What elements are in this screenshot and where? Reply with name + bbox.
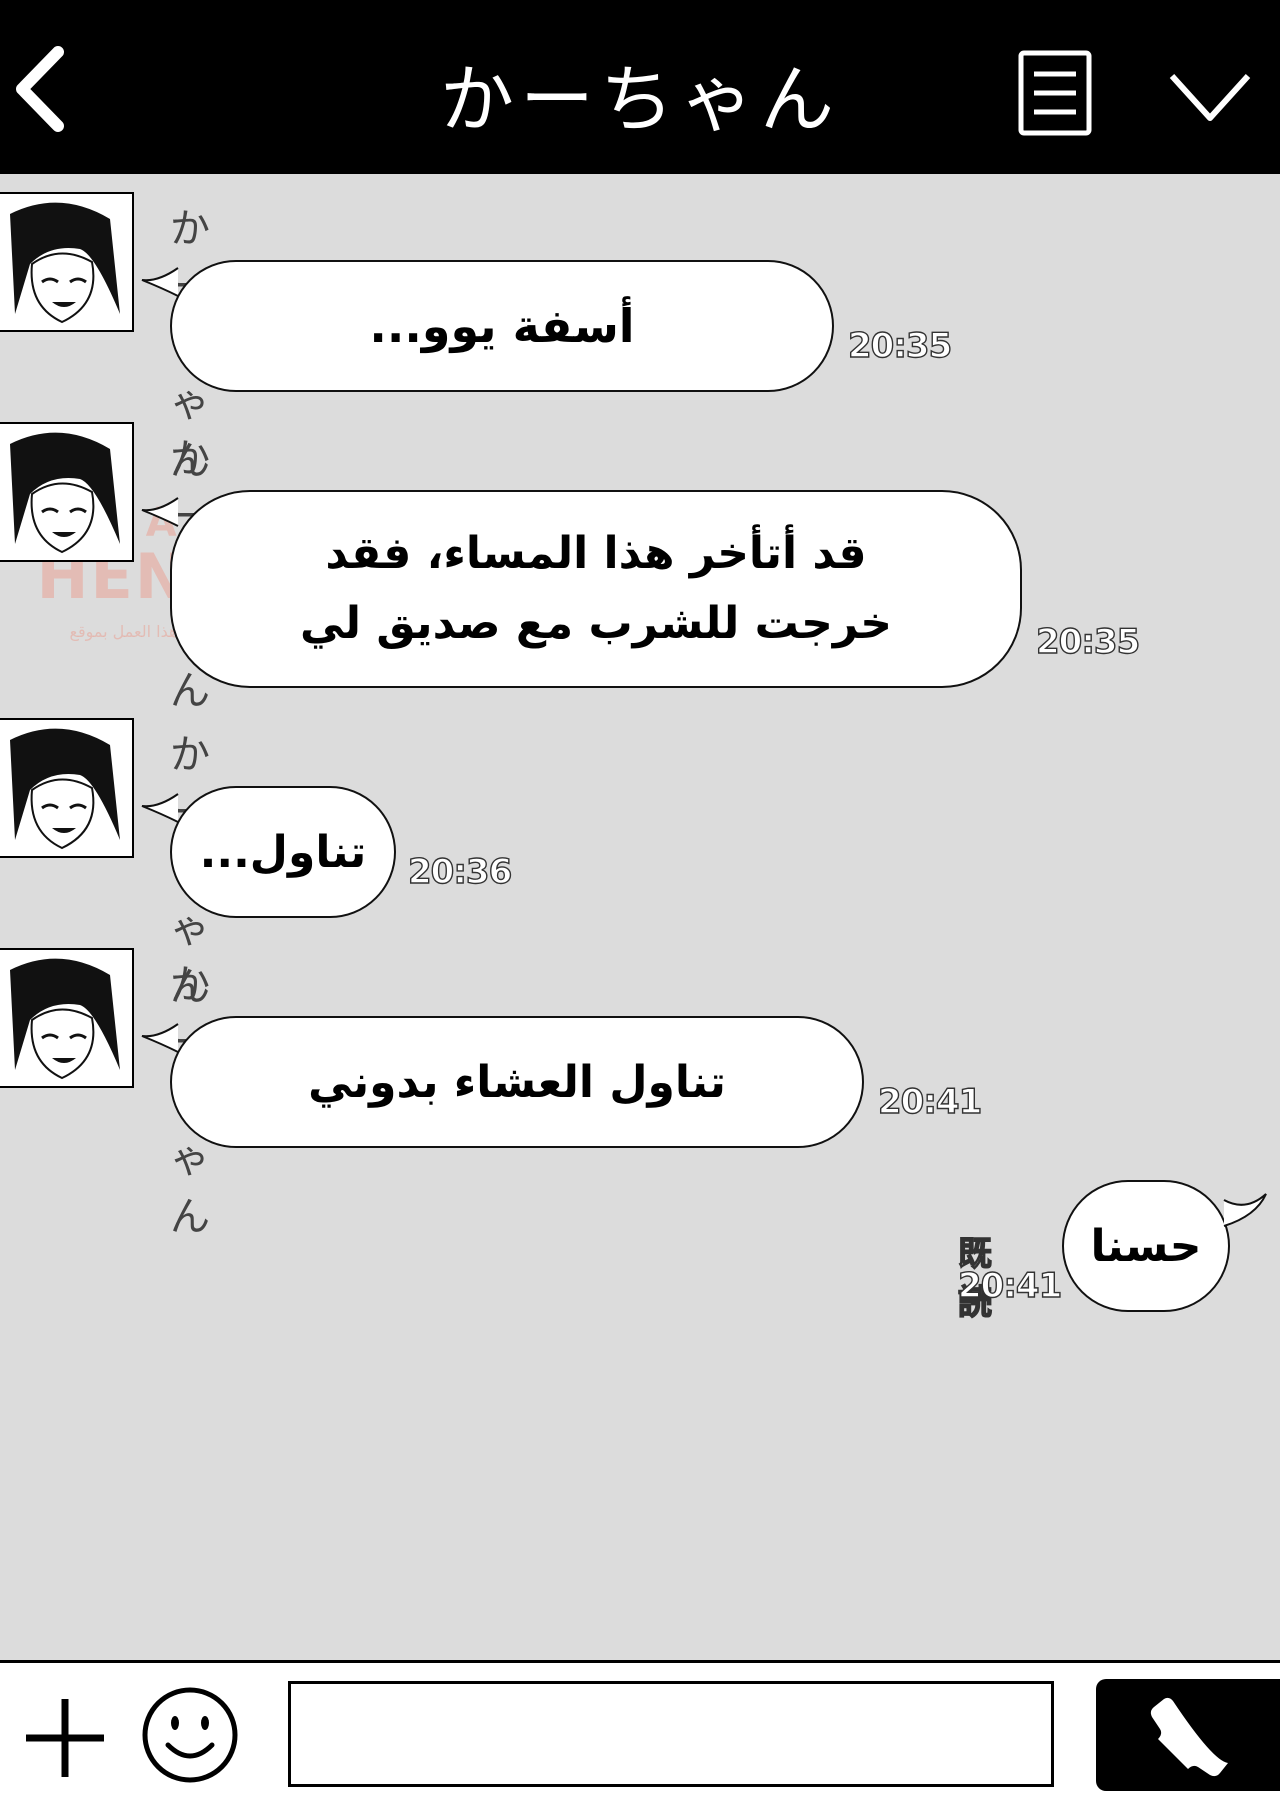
avatar[interactable]: [0, 422, 134, 562]
smiley-icon: [142, 1687, 238, 1783]
add-button[interactable]: [20, 1693, 110, 1783]
message-bubble[interactable]: قد أتأخر هذا المساء، فقد خرجت للشرب مع ص…: [170, 490, 1022, 688]
chat-header: かーちゃん: [0, 0, 1280, 174]
message-time: 20:41: [957, 1265, 1063, 1306]
message-time: 20:35: [847, 325, 953, 366]
message-text-line: قد أتأخر هذا المساء، فقد: [325, 527, 867, 579]
message-time: 20:36: [407, 851, 513, 892]
bubble-tail: [141, 497, 179, 527]
message-bubble[interactable]: حسنا: [1062, 1180, 1230, 1312]
bubble-tail: [141, 793, 179, 823]
call-button[interactable]: [1096, 1679, 1280, 1791]
message-time: 20:35: [1035, 621, 1141, 662]
chevron-down-icon: [1169, 73, 1251, 121]
message-time: 20:41: [877, 1081, 983, 1122]
avatar-image: [10, 728, 120, 850]
message-input[interactable]: [288, 1681, 1054, 1787]
avatar-image: [10, 202, 120, 324]
emoji-button[interactable]: [140, 1685, 240, 1785]
avatar-image: [10, 432, 120, 554]
menu-icon: [1018, 50, 1092, 136]
phone-icon: [1150, 1697, 1228, 1777]
bubble-tail: [141, 1023, 179, 1053]
message-bubble[interactable]: أسفة يوو...: [170, 260, 834, 392]
bubble-tail: [1223, 1193, 1267, 1227]
message-composer: [0, 1660, 1280, 1811]
plus-icon: [26, 1699, 104, 1777]
collapse-button[interactable]: [1168, 70, 1252, 126]
message-text-line: خرجت للشرب مع صديق لي: [300, 598, 892, 649]
message-bubble[interactable]: تناول...: [170, 786, 396, 918]
message-bubble[interactable]: تناول العشاء بدوني: [170, 1016, 864, 1148]
menu-button[interactable]: [1018, 50, 1092, 136]
bubble-tail: [141, 267, 179, 297]
avatar-image: [10, 958, 120, 1080]
avatar[interactable]: [0, 948, 134, 1088]
avatar[interactable]: [0, 718, 134, 858]
avatar[interactable]: [0, 192, 134, 332]
